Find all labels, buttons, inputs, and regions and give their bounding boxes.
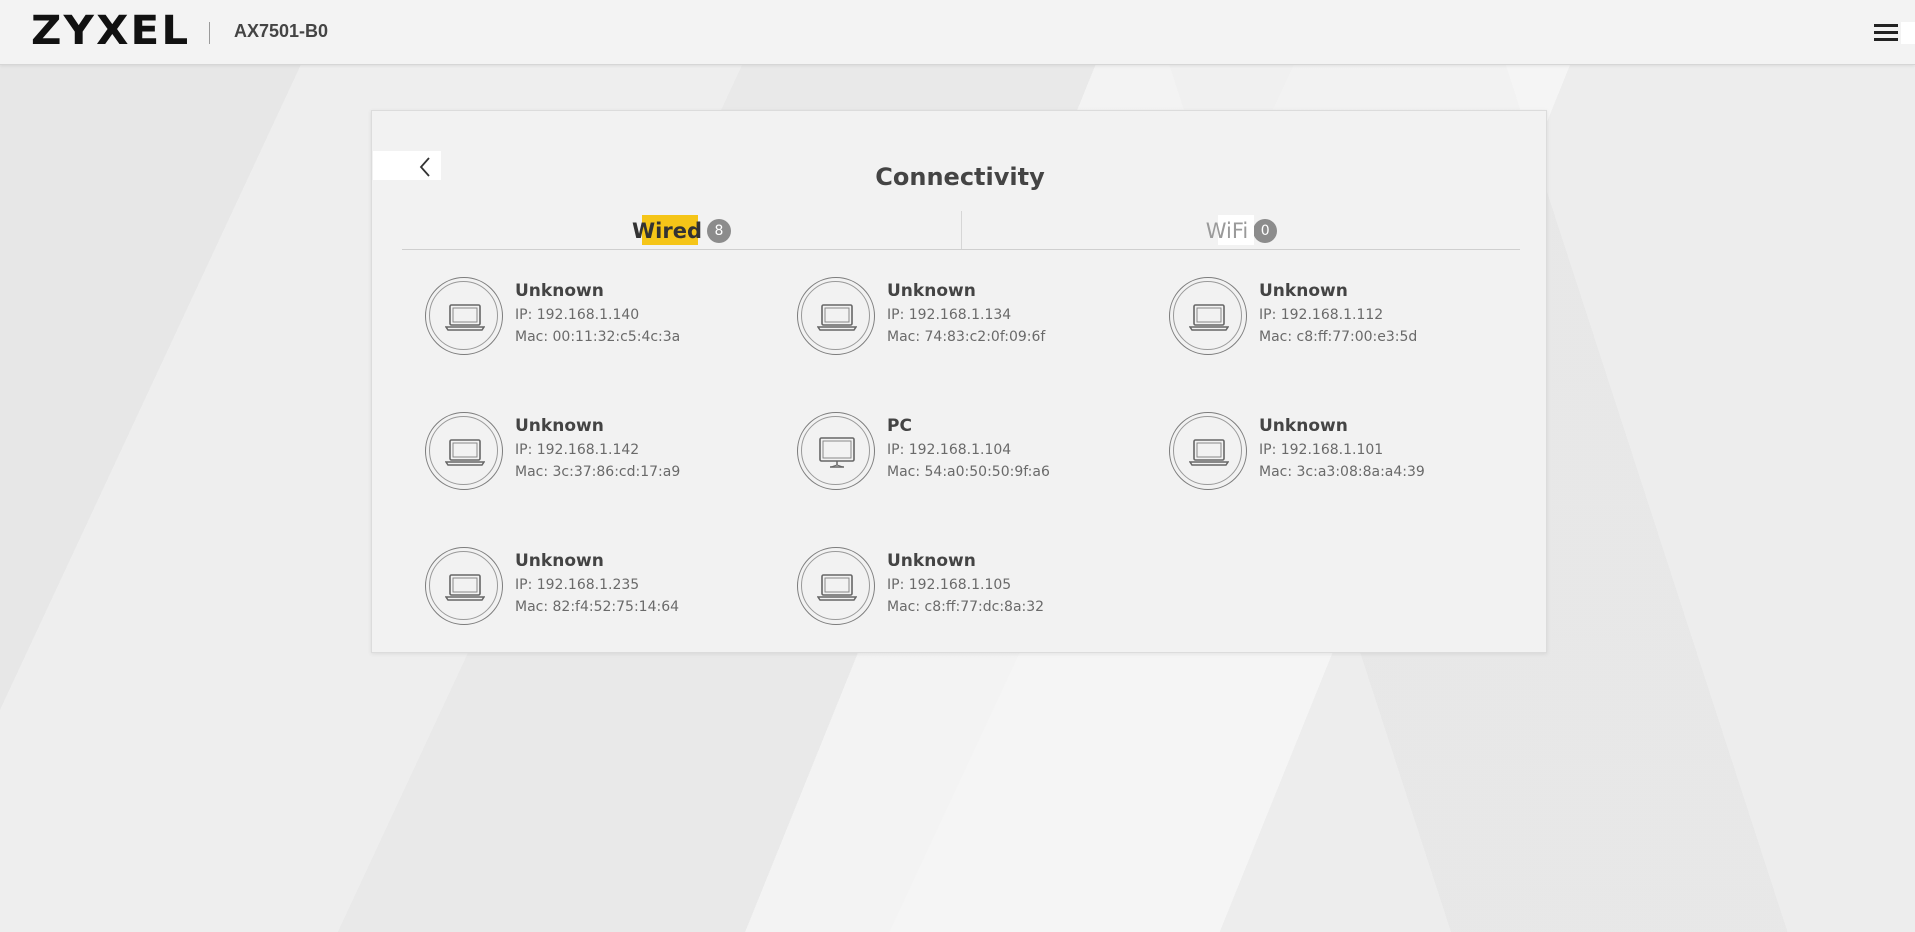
device-name: Unknown bbox=[515, 551, 604, 571]
device-card[interactable]: PC IP: 192.168.1.104 Mac: 54:a0:50:50:9f… bbox=[797, 412, 1137, 502]
device-ip: IP: 192.168.1.134 bbox=[887, 307, 1012, 323]
device-ip: IP: 192.168.1.140 bbox=[515, 307, 640, 323]
device-icon-circle bbox=[797, 547, 875, 625]
device-mac: Mac: c8:ff:77:00:e3:5d bbox=[1259, 329, 1418, 345]
device-icon-circle bbox=[425, 277, 503, 355]
hamburger-menu-icon[interactable] bbox=[1872, 20, 1902, 46]
device-mac: Mac: 82:f4:52:75:14:64 bbox=[515, 599, 680, 615]
device-ip: IP: 192.168.1.235 bbox=[515, 577, 640, 593]
laptop-icon bbox=[817, 304, 857, 331]
tab-wired[interactable]: Wired 8 bbox=[402, 211, 961, 249]
device-card[interactable]: Unknown IP: 192.168.1.134 Mac: 74:83:c2:… bbox=[797, 277, 1137, 367]
device-name: Unknown bbox=[515, 416, 604, 436]
device-card[interactable]: Unknown IP: 192.168.1.235 Mac: 82:f4:52:… bbox=[425, 547, 765, 637]
device-icon-circle bbox=[1169, 412, 1247, 490]
header-divider bbox=[209, 22, 210, 44]
device-name: Unknown bbox=[887, 551, 976, 571]
device-card[interactable]: Unknown IP: 192.168.1.105 Mac: c8:ff:77:… bbox=[797, 547, 1137, 637]
laptop-icon bbox=[445, 304, 485, 331]
menu-edge bbox=[1901, 22, 1915, 44]
device-mac: Mac: c8:ff:77:dc:8a:32 bbox=[887, 599, 1045, 615]
device-ip: IP: 192.168.1.104 bbox=[887, 442, 1012, 458]
laptop-icon bbox=[445, 574, 485, 601]
device-card[interactable]: Unknown IP: 192.168.1.101 Mac: 3c:a3:08:… bbox=[1169, 412, 1509, 502]
device-mac: Mac: 54:a0:50:50:9f:a6 bbox=[887, 464, 1050, 480]
tab-wired-label: Wired bbox=[632, 215, 702, 245]
tab-wifi-label: WiFi bbox=[1206, 215, 1254, 245]
laptop-icon bbox=[1189, 304, 1229, 331]
page-title: Connectivity bbox=[875, 163, 1045, 191]
laptop-icon bbox=[445, 439, 485, 466]
connection-tabs: Wired 8 WiFi 0 bbox=[402, 211, 1520, 250]
device-icon-circle bbox=[797, 412, 875, 490]
device-mac: Mac: 3c:37:86:cd:17:a9 bbox=[515, 464, 681, 480]
device-mac: Mac: 00:11:32:c5:4c:3a bbox=[515, 329, 681, 345]
device-name: Unknown bbox=[1259, 416, 1348, 436]
wifi-count-badge: 0 bbox=[1253, 219, 1278, 243]
device-name: Unknown bbox=[515, 281, 604, 301]
monitor-icon bbox=[819, 437, 855, 468]
tab-wifi[interactable]: WiFi 0 bbox=[961, 211, 1521, 249]
device-ip: IP: 192.168.1.112 bbox=[1259, 307, 1384, 323]
device-mac: Mac: 74:83:c2:0f:09:6f bbox=[887, 329, 1046, 345]
device-card[interactable]: Unknown IP: 192.168.1.140 Mac: 00:11:32:… bbox=[425, 277, 765, 367]
device-name: Unknown bbox=[887, 281, 976, 301]
laptop-icon bbox=[1189, 439, 1229, 466]
device-card[interactable]: Unknown IP: 192.168.1.142 Mac: 3c:37:86:… bbox=[425, 412, 765, 502]
device-icon-circle bbox=[1169, 277, 1247, 355]
device-mac: Mac: 3c:a3:08:8a:a4:39 bbox=[1259, 464, 1425, 480]
connectivity-panel: Connectivity Wired 8 WiFi 0 Unknown IP: … bbox=[371, 110, 1547, 653]
model-name: AX7501-B0 bbox=[234, 21, 329, 41]
device-card[interactable]: Unknown IP: 192.168.1.112 Mac: c8:ff:77:… bbox=[1169, 277, 1509, 367]
device-name: Unknown bbox=[1259, 281, 1348, 301]
top-header: ZYXEL AX7501-B0 bbox=[0, 0, 1915, 65]
brand-logo[interactable]: ZYXEL bbox=[31, 11, 190, 51]
wired-count-badge: 8 bbox=[707, 219, 731, 243]
device-ip: IP: 192.168.1.101 bbox=[1259, 442, 1384, 458]
device-icon-circle bbox=[797, 277, 875, 355]
device-ip: IP: 192.168.1.142 bbox=[515, 442, 640, 458]
laptop-icon bbox=[817, 574, 857, 601]
device-ip: IP: 192.168.1.105 bbox=[887, 577, 1012, 593]
device-icon-circle bbox=[425, 412, 503, 490]
device-name: PC bbox=[887, 416, 912, 436]
device-icon-circle bbox=[425, 547, 503, 625]
